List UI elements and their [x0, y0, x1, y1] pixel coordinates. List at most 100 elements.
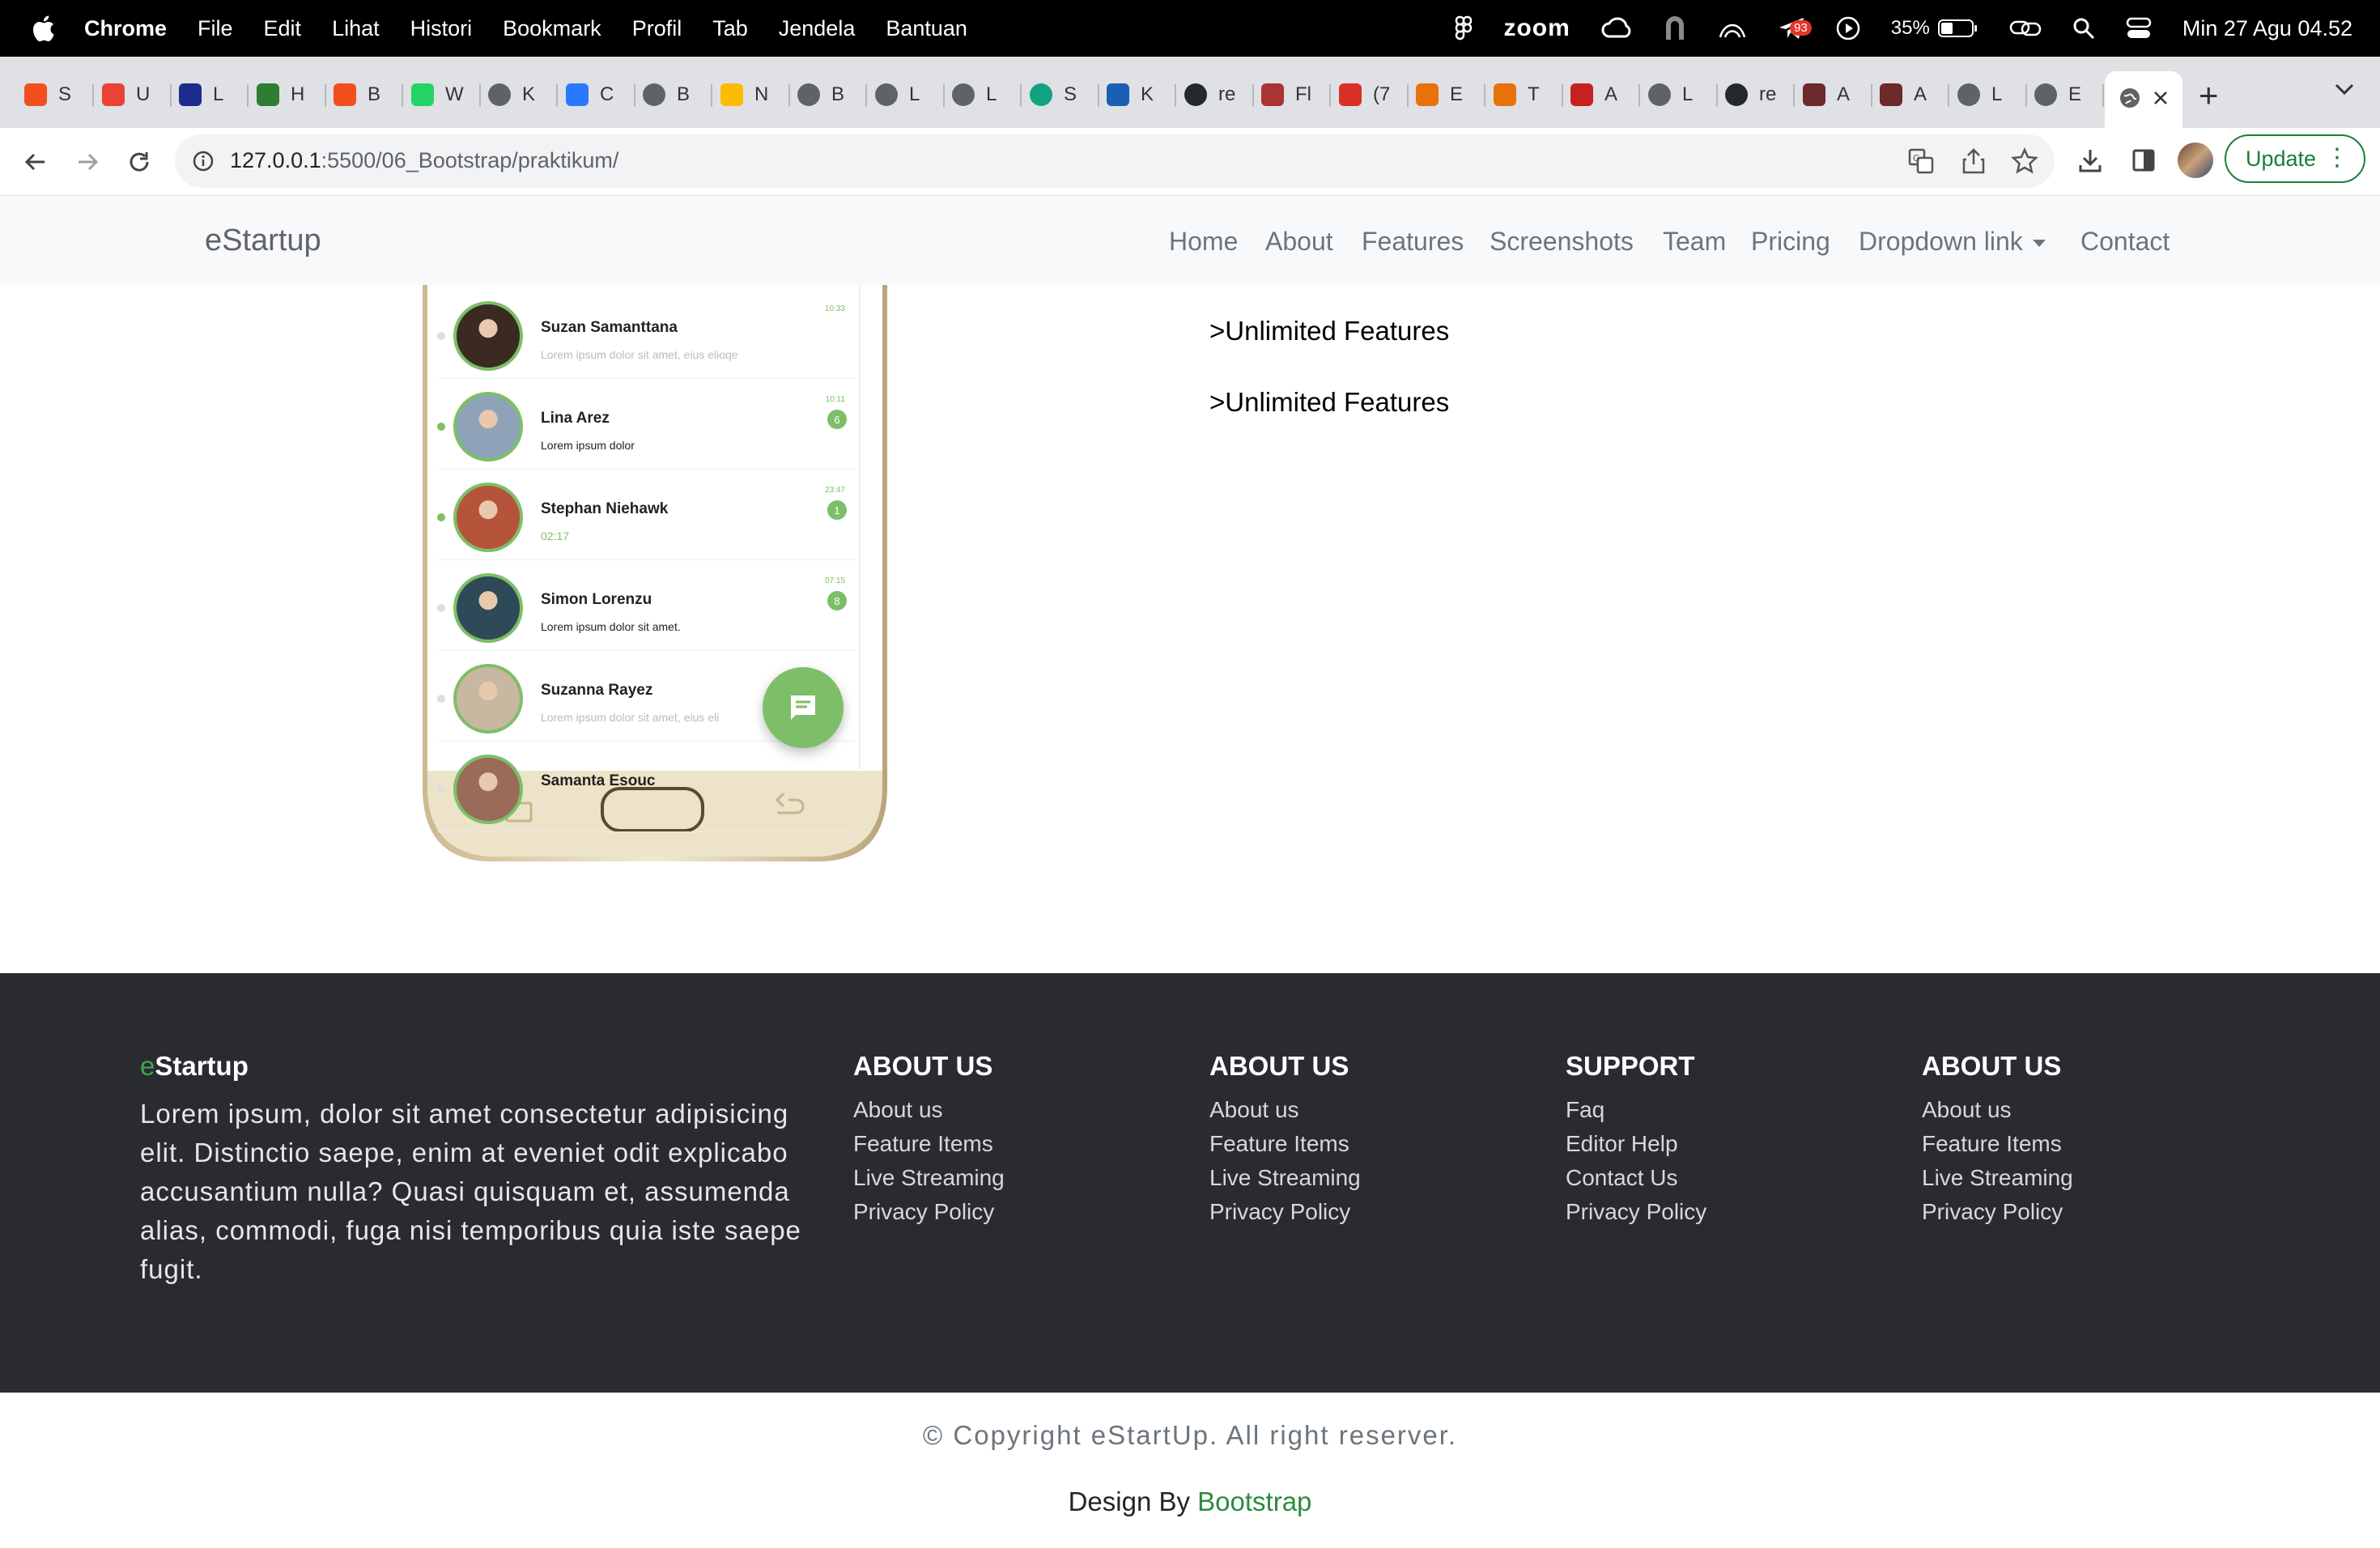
site-info-icon[interactable] [193, 151, 214, 172]
control-center-icon[interactable] [2126, 16, 2152, 40]
link-icon[interactable] [2009, 17, 2042, 40]
menubar-app-name[interactable]: Chrome [84, 16, 167, 41]
nav-link-home[interactable]: Home [1169, 227, 1238, 257]
browser-tab[interactable]: H [257, 74, 304, 115]
menubar-item-history[interactable]: Histori [410, 16, 473, 41]
footer-link[interactable]: Faq [1566, 1093, 1706, 1127]
navbar-brand[interactable]: eStartup [205, 223, 321, 258]
browser-tab[interactable]: S [1030, 74, 1077, 115]
footer-link[interactable]: Privacy Policy [1209, 1195, 1361, 1229]
footer-link[interactable]: Feature Items [853, 1127, 1005, 1161]
footer-link[interactable]: Privacy Policy [853, 1195, 1005, 1229]
telegram-status-icon[interactable]: 93 [1778, 16, 1812, 40]
bootstrap-link[interactable]: Bootstrap [1197, 1486, 1311, 1516]
active-tab[interactable] [2105, 71, 2182, 128]
footer-link[interactable]: Privacy Policy [1566, 1195, 1706, 1229]
browser-tab[interactable]: K [1107, 74, 1154, 115]
contact-row: Lina Arez Lorem ipsum dolor 10:11 6 [437, 385, 855, 470]
nav-link-features[interactable]: Features [1362, 227, 1464, 257]
browser-tab[interactable]: S [24, 74, 71, 115]
browser-tab[interactable]: A [1880, 74, 1927, 115]
footer-link[interactable]: About us [853, 1093, 1005, 1127]
new-tab-plus-icon[interactable]: + [2199, 76, 2219, 115]
menubar-item-profile[interactable]: Profil [632, 16, 682, 41]
footer-column-heading: ABOUT US [1922, 1051, 2062, 1081]
back-button[interactable] [16, 142, 55, 181]
menubar-item-tab[interactable]: Tab [712, 16, 748, 41]
url-text[interactable]: 127.0.0.1:5500/06_Bootstrap/praktikum/ [230, 148, 618, 173]
close-tab-icon[interactable] [2152, 89, 2170, 107]
footer-link[interactable]: About us [1209, 1093, 1361, 1127]
browser-tab[interactable]: re [1184, 74, 1235, 115]
browser-tab[interactable]: re [1725, 74, 1776, 115]
bookmark-star-icon[interactable] [2011, 147, 2038, 175]
browser-tab[interactable]: (7 [1339, 74, 1390, 115]
update-button[interactable]: Update ⋮ [2225, 134, 2365, 183]
browser-tab[interactable]: A [1803, 74, 1850, 115]
spotlight-search-icon[interactable] [2072, 17, 2095, 40]
browser-tab[interactable]: L [875, 74, 920, 115]
figma-status-icon[interactable] [1455, 15, 1473, 41]
address-bar[interactable]: 127.0.0.1:5500/06_Bootstrap/praktikum/ G [175, 134, 2055, 188]
arc-icon[interactable] [1718, 16, 1747, 40]
nav-link-screenshots[interactable]: Screenshots [1490, 227, 1634, 257]
browser-tab[interactable]: T [1494, 74, 1540, 115]
footer-link[interactable]: Feature Items [1209, 1127, 1361, 1161]
menubar-item-edit[interactable]: Edit [264, 16, 302, 41]
browser-tab[interactable]: L [179, 74, 223, 115]
footer-link[interactable]: Feature Items [1922, 1127, 2073, 1161]
browser-tab[interactable]: B [334, 74, 380, 115]
kebab-menu-icon[interactable]: ⋮ [2325, 146, 2349, 170]
menubar-clock[interactable]: Min 27 Agu 04.52 [2182, 16, 2352, 41]
browser-tab[interactable]: K [488, 74, 535, 115]
browser-tab[interactable]: A [1570, 74, 1617, 115]
share-icon[interactable] [1961, 147, 1987, 175]
profile-avatar[interactable] [2178, 142, 2213, 178]
footer-link[interactable]: Live Streaming [1209, 1161, 1361, 1195]
apple-icon[interactable] [31, 15, 55, 42]
nav-link-team[interactable]: Team [1663, 227, 1726, 257]
play-circle-icon[interactable] [1836, 16, 1860, 40]
browser-tab[interactable]: L [1648, 74, 1693, 115]
browser-tab[interactable]: E [2034, 74, 2081, 115]
browser-tab[interactable]: L [1957, 74, 2002, 115]
browser-tab[interactable]: B [797, 74, 844, 115]
browser-tab[interactable]: E [1416, 74, 1463, 115]
translate-icon[interactable]: G [1907, 147, 1935, 175]
forward-button[interactable] [68, 142, 107, 181]
zoom-status-icon[interactable]: zoom [1503, 15, 1570, 42]
nav-link-contact[interactable]: Contact [2080, 227, 2170, 257]
footer-link[interactable]: Live Streaming [853, 1161, 1005, 1195]
footer-column: ABOUT US About us Feature Items Live Stream… [1209, 1051, 1361, 1229]
nav-link-pricing[interactable]: Pricing [1751, 227, 1830, 257]
browser-tab[interactable]: B [643, 74, 690, 115]
browser-tab[interactable]: N [720, 74, 768, 115]
browser-tab[interactable]: Fl [1261, 74, 1311, 115]
menubar-item-window[interactable]: Jendela [779, 16, 856, 41]
footer-link[interactable]: Live Streaming [1922, 1161, 2073, 1195]
tab-search-chevron-icon[interactable] [2333, 81, 2356, 97]
contact-avatar [453, 392, 523, 461]
menubar-item-bookmark[interactable]: Bookmark [503, 16, 601, 41]
browser-tab[interactable]: L [952, 74, 997, 115]
footer-link[interactable]: Privacy Policy [1922, 1195, 2073, 1229]
footer-link[interactable]: About us [1922, 1093, 2073, 1127]
creative-cloud-icon[interactable] [1601, 17, 1632, 40]
browser-tab[interactable]: W [411, 74, 464, 115]
vpn-icon[interactable] [1663, 15, 1687, 41]
unread-count-badge: 8 [827, 591, 847, 610]
footer-link[interactable]: Editor Help [1566, 1127, 1706, 1161]
downloads-button[interactable] [2072, 142, 2108, 178]
browser-tab[interactable]: U [102, 74, 150, 115]
menubar-item-file[interactable]: File [198, 16, 233, 41]
menubar-item-view[interactable]: Lihat [332, 16, 380, 41]
unread-count-badge: 1 [827, 500, 847, 520]
footer-link[interactable]: Contact Us [1566, 1161, 1706, 1195]
menubar-item-help[interactable]: Bantuan [886, 16, 967, 41]
battery-status[interactable]: 35% [1891, 17, 1978, 40]
reload-button[interactable] [120, 142, 159, 181]
browser-tab[interactable]: C [566, 74, 614, 115]
nav-link-about[interactable]: About [1265, 227, 1333, 257]
nav-dropdown-toggle[interactable]: Dropdown link [1859, 227, 2046, 257]
side-panel-button[interactable] [2126, 142, 2161, 178]
